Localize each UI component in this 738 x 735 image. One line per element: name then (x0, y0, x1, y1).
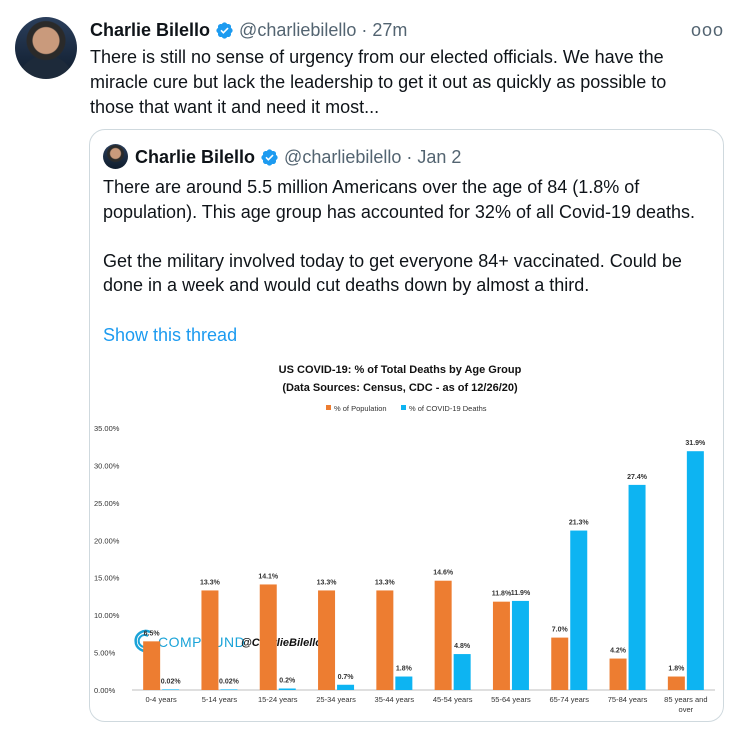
legend-label-deaths: % of COVID-19 Deaths (409, 404, 487, 413)
data-label: 13.3% (317, 579, 338, 586)
x-tick-label: 45-54 years (433, 695, 473, 704)
data-label: 21.3% (569, 520, 590, 527)
more-options-icon[interactable]: ooo (691, 20, 724, 41)
bar-deaths (628, 484, 646, 690)
quoted-author-avatar (103, 144, 128, 169)
author-name[interactable]: Charlie Bilello (90, 20, 210, 41)
data-label: 27.4% (627, 474, 648, 481)
verified-badge-icon (261, 148, 278, 166)
x-tick-label: over (679, 705, 694, 714)
author-avatar[interactable] (15, 17, 77, 79)
data-label: 31.9% (685, 440, 706, 447)
data-label: 13.3% (375, 579, 396, 586)
quoted-tweet[interactable]: Charlie Bilello @charliebilello · Jan 2 … (89, 129, 724, 722)
y-tick-label: 25.00% (94, 499, 120, 508)
data-label: 0.02% (161, 678, 182, 685)
x-tick-label: 25-34 years (316, 695, 356, 704)
data-label: 4.2% (610, 648, 627, 655)
x-tick-label: 35-44 years (375, 695, 415, 704)
data-label: 14.6% (433, 570, 454, 577)
data-label: 1.8% (668, 666, 685, 673)
quoted-tweet-text: There are around 5.5 million Americans o… (103, 175, 713, 322)
data-label: 0.2% (279, 678, 296, 685)
data-label: 11.9% (511, 590, 531, 597)
bar-deaths (511, 600, 529, 690)
y-tick-label: 5.00% (94, 649, 116, 658)
data-label: 13.3% (200, 579, 221, 586)
x-tick-label: 0-4 years (146, 695, 178, 704)
bar-population (201, 590, 219, 690)
legend-swatch-population (326, 405, 331, 410)
x-tick-label: 75-84 years (608, 695, 648, 704)
separator-dot: · (361, 19, 368, 40)
y-tick-label: 15.00% (94, 574, 120, 583)
bar-population (609, 658, 627, 690)
bar-population (143, 641, 161, 690)
bar-population (492, 601, 510, 690)
tweet-time[interactable]: 27m (372, 20, 407, 41)
x-tick-label: 55-64 years (491, 695, 531, 704)
bar-population (376, 590, 394, 690)
x-tick-label: 65-74 years (549, 695, 589, 704)
bar-deaths (570, 530, 588, 690)
author-handle[interactable]: @charliebilello (239, 20, 356, 41)
y-tick-label: 30.00% (94, 461, 120, 470)
bar-deaths (162, 689, 180, 690)
age-group-deaths-chart[interactable]: US COVID-19: % of Total Deaths by Age Gr… (90, 358, 723, 722)
bar-population (551, 637, 569, 690)
data-label: 11.8% (492, 591, 512, 598)
data-label: 0.02% (219, 678, 240, 685)
quoted-tweet-date: Jan 2 (417, 146, 462, 167)
compound-handle-text: @CharlieBilello (241, 637, 322, 649)
chart-title: US COVID-19: % of Total Deaths by Age Gr… (279, 364, 522, 376)
bar-population (318, 590, 336, 690)
data-label: 6.5% (144, 630, 161, 637)
y-tick-label: 35.00% (94, 424, 120, 433)
bar-deaths (686, 451, 704, 690)
bar-population (259, 584, 277, 690)
data-label: 4.8% (454, 643, 471, 650)
bar-deaths (453, 654, 471, 690)
bar-deaths (337, 684, 355, 690)
quoted-paragraph-1: There are around 5.5 million Americans o… (103, 177, 696, 222)
separator-dot: · (406, 146, 413, 167)
bar-population (434, 580, 452, 690)
data-label: 1.8% (396, 666, 413, 673)
compound-watermark: COMPOUND @CharlieBilello (134, 629, 322, 653)
bar-population (667, 676, 685, 690)
show-thread-link[interactable]: Show this thread (103, 325, 237, 346)
legend-label-population: % of Population (334, 404, 387, 413)
quoted-tweet-header: Charlie Bilello @charliebilello · Jan 2 (135, 143, 461, 171)
verified-badge-icon (216, 21, 233, 39)
chart-subtitle: (Data Sources: Census, CDC - as of 12/26… (282, 382, 518, 394)
tweet-text: There is still no sense of urgency from … (90, 47, 667, 117)
bar-deaths (395, 676, 413, 690)
data-label: 14.1% (258, 573, 279, 580)
y-tick-label: 20.00% (94, 536, 120, 545)
x-tick-label: 15-24 years (258, 695, 298, 704)
bar-deaths (220, 689, 238, 690)
tweet-header: Charlie Bilello @charliebilello · 27m (90, 17, 407, 43)
y-tick-label: 10.00% (94, 611, 120, 620)
bar-deaths (278, 688, 296, 690)
quoted-paragraph-2: Get the military involved today to get e… (103, 250, 682, 296)
x-tick-label: 5-14 years (202, 695, 238, 704)
data-label: 7.0% (552, 627, 569, 634)
x-tick-label: 85 years and (664, 695, 707, 704)
quoted-author-name: Charlie Bilello (135, 146, 256, 167)
chart-legend: % of Population % of COVID-19 Deaths (326, 404, 487, 413)
data-label: 0.7% (338, 674, 355, 681)
legend-swatch-deaths (401, 405, 406, 410)
y-tick-label: 0.00% (94, 686, 116, 695)
quoted-author-handle: @charliebilello (284, 146, 402, 167)
